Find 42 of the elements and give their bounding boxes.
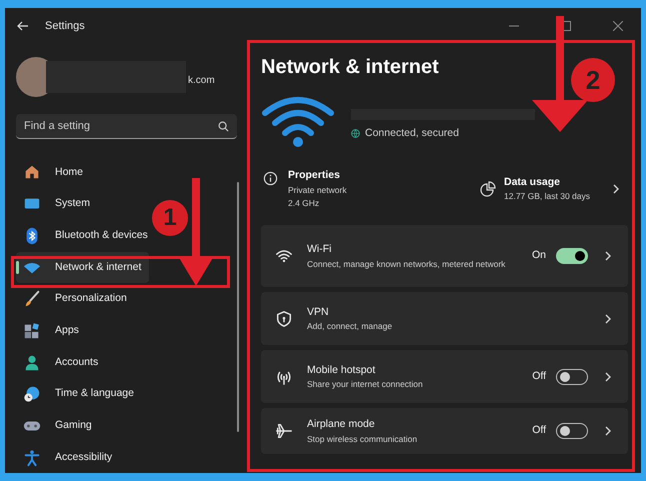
accessibility-icon	[23, 448, 41, 467]
info-icon	[263, 171, 278, 186]
account-email: k.com	[188, 74, 215, 88]
sidebar-item[interactable]: Accounts	[16, 347, 106, 378]
sidebar-item[interactable]: Home	[16, 157, 92, 188]
globe-clock-icon	[23, 385, 41, 404]
paintbrush-icon	[23, 290, 41, 308]
toggle-state-label: Off	[532, 423, 546, 438]
sidebar-item[interactable]: Network & internet	[16, 252, 150, 283]
selection-indicator	[16, 261, 19, 274]
toggle-switch[interactable]	[556, 423, 588, 439]
settings-card[interactable]: VPN Add, connect, manage	[261, 292, 628, 345]
toggle-switch[interactable]	[556, 248, 588, 264]
settings-card[interactable]: Airplane mode Stop wireless communication Off	[261, 408, 628, 454]
globe-icon	[351, 129, 360, 138]
settings-card[interactable]: Mobile hotspot Share your internet connection Off	[261, 350, 628, 403]
search-icon	[218, 120, 229, 132]
toggle-state-label: On	[532, 248, 546, 264]
person-icon	[23, 354, 41, 372]
data-usage-link[interactable]: Data usage 12.77 GB, last 30 days	[480, 174, 628, 204]
airplane-icon	[275, 422, 293, 440]
properties-link[interactable]: Properties Private network 2.4 GHz	[263, 168, 480, 210]
connection-status: Connected, secured	[365, 126, 459, 141]
pie-chart-icon	[480, 181, 496, 197]
sidebar-item[interactable]: Accessibility	[16, 442, 120, 473]
sidebar-item[interactable]: Apps	[16, 316, 87, 346]
window-title: Settings	[45, 18, 85, 34]
sidebar-item[interactable]: System	[16, 188, 98, 220]
settings-card[interactable]: Wi-Fi Connect, manage known networks, metered network On	[261, 225, 628, 287]
page-title: Network & internet	[261, 55, 439, 80]
apps-icon	[23, 322, 41, 340]
sidebar-item[interactable]: Gaming	[16, 410, 100, 442]
sidebar-item[interactable]: Personalization	[16, 284, 135, 315]
shield-icon	[275, 310, 293, 328]
house-icon	[23, 163, 41, 182]
back-arrow-icon[interactable]	[17, 20, 29, 32]
search-field[interactable]: Find a setting	[16, 114, 237, 140]
close-icon[interactable]	[613, 21, 623, 31]
toggle-switch[interactable]	[556, 368, 588, 384]
sidebar-item[interactable]: Time & language	[16, 378, 142, 410]
scrollbar[interactable]	[237, 182, 239, 432]
toggle-state-label: Off	[532, 368, 546, 384]
